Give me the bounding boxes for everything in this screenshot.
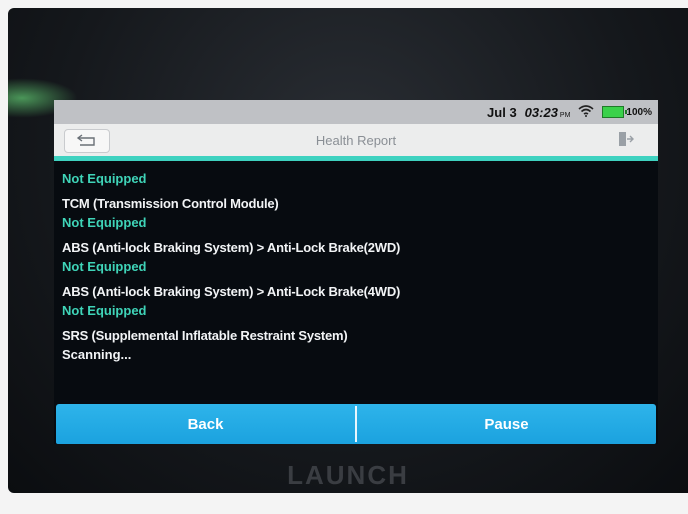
list-item: Not Equipped [62, 161, 650, 186]
status-time: 03:23 [524, 104, 558, 120]
status-bar: Jul 3 03:23 PM 100% [54, 100, 658, 124]
battery-icon [602, 106, 628, 118]
system-status: Scanning... [62, 347, 132, 362]
back-button[interactable]: Back [56, 404, 355, 444]
battery-label: 100% [626, 106, 652, 118]
device-screen: Jul 3 03:23 PM 100% Health Report Not Eq… [54, 100, 658, 444]
list-item: TCM (Transmission Control Module) Not Eq… [62, 196, 650, 230]
device-brand-logo: LAUNCH [287, 460, 409, 490]
system-status: Not Equipped [62, 171, 147, 186]
system-status: Not Equipped [62, 259, 147, 274]
action-bar: Back Pause [56, 404, 656, 444]
back-arrow-button[interactable] [64, 129, 110, 153]
system-name: TCM (Transmission Control Module) [62, 196, 279, 211]
list-item: ABS (Anti-lock Braking System) > Anti-Lo… [62, 284, 650, 318]
list-item: SRS (Supplemental Inflatable Restraint S… [62, 328, 650, 362]
system-name: ABS (Anti-lock Braking System) > Anti-Lo… [62, 284, 401, 299]
system-name [62, 161, 650, 167]
status-date: Jul 3 [487, 104, 517, 120]
system-status: Not Equipped [62, 303, 147, 318]
page-title: Health Report [315, 132, 397, 148]
system-name: ABS (Anti-lock Braking System) > Anti-Lo… [62, 240, 401, 255]
system-name: SRS (Supplemental Inflatable Restraint S… [62, 328, 348, 343]
exit-button[interactable] [604, 129, 648, 151]
status-ampm: PM [559, 111, 571, 119]
health-report-list: Not Equipped TCM (Transmission Control M… [54, 161, 658, 362]
device-bezel: Jul 3 03:23 PM 100% Health Report Not Eq… [8, 8, 688, 493]
battery-indicator: 100% [602, 106, 652, 118]
status-time-wrap: 03:23 PM [525, 105, 571, 120]
wifi-icon [578, 104, 594, 120]
list-item: ABS (Anti-lock Braking System) > Anti-Lo… [62, 240, 650, 274]
system-status: Not Equipped [62, 215, 147, 230]
title-bar: Health Report [54, 124, 658, 161]
exit-door-icon [617, 131, 635, 150]
return-arrow-icon [76, 133, 98, 150]
pause-button[interactable]: Pause [357, 404, 656, 444]
